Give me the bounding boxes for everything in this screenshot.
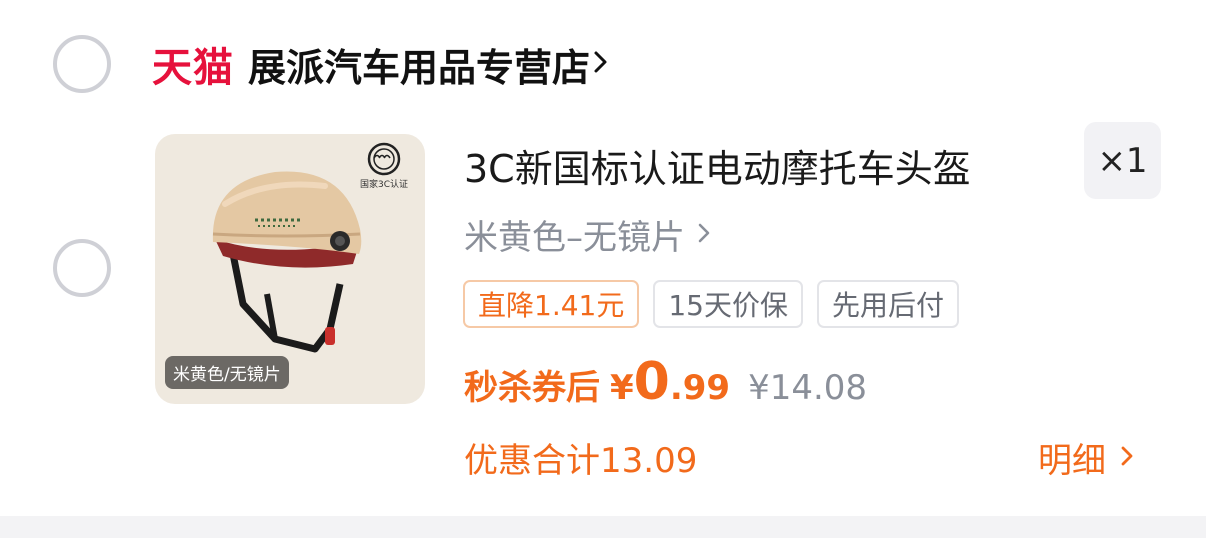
currency-symbol: ¥ [610,368,634,408]
quantity-badge[interactable]: ×1 [1084,122,1161,199]
spec-selector[interactable]: 米黄色–无镜片 [464,210,713,259]
tmall-logo: 天猫 [152,45,234,91]
discount-total: 优惠合计13.09 [464,441,698,481]
store-header[interactable]: 天猫 展派汽车用品专营店 [152,34,612,94]
pay-later-tag: 先用后付 [817,280,960,328]
price-drop-tag: 直降1.41元 [463,280,640,328]
3c-cert-icon [367,142,401,176]
promo-tags: 直降1.41元 15天价保 先用后付 [463,280,960,328]
item-select-radio[interactable] [53,239,111,297]
chevron-right-icon [1118,438,1136,478]
price-integer: 0 [633,352,670,412]
original-price: ¥14.08 [748,368,868,408]
price-protect-tag: 15天价保 [653,280,803,328]
detail-label: 明细 [1038,441,1106,481]
section-divider [0,516,1206,538]
spec-text: 米黄色–无镜片 [464,218,685,258]
image-spec-label: 米黄色/无镜片 [165,356,289,389]
price-decimal: .99 [669,368,731,408]
detail-link[interactable]: 明细 [1038,433,1136,482]
chevron-right-icon [590,47,612,81]
product-title[interactable]: 3C新国标认证电动摩托车头盔 [464,138,971,193]
store-select-radio[interactable] [53,35,111,93]
cart-store-card: 天猫 展派汽车用品专营店 国家3C认证 米黄色/无镜片 3C新国标认证电动摩托车… [0,0,1206,516]
product-image[interactable]: 国家3C认证 米黄色/无镜片 [155,134,425,404]
chevron-right-icon [695,215,713,255]
store-name: 展派汽车用品专营店 [248,45,591,90]
svg-text:国家3C认证: 国家3C认证 [360,178,408,190]
price-label: 秒杀券后 [464,368,600,408]
price-row: 秒杀券后 ¥ 0 .99 ¥14.08 [464,352,867,412]
